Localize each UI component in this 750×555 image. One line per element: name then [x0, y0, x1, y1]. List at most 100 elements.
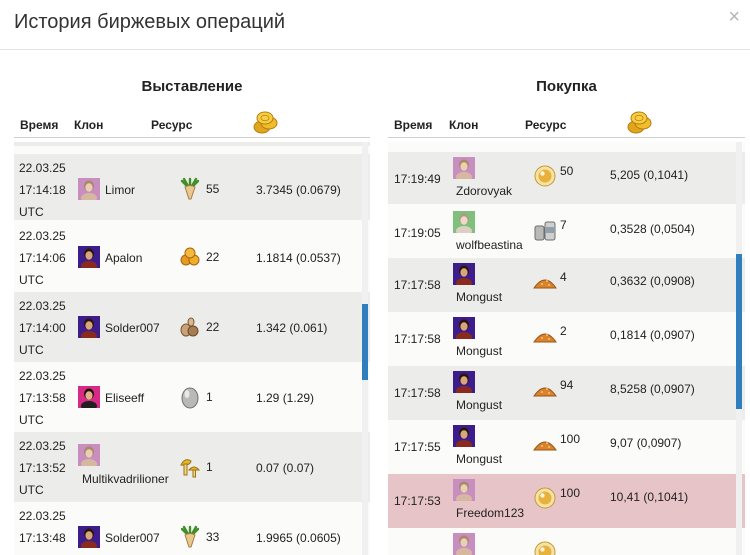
- purchase-rows[interactable]: 17:19:49 Zdorovyak 50 5,205 (0,1041) 17:19:0…: [388, 142, 745, 555]
- avatar-female: [453, 157, 475, 182]
- table-row[interactable]: 17:17:58 Mongust 4 0,3632 (0,0908): [388, 258, 745, 312]
- seeds-icon: [178, 315, 202, 339]
- pearl-icon: [533, 540, 557, 555]
- row-time: 17:13:48: [19, 531, 66, 545]
- row-time: 17:14:06: [19, 251, 66, 265]
- resource-count: 4: [560, 270, 567, 284]
- clone-link[interactable]: Multikvadrilioner: [82, 472, 169, 486]
- clone-link[interactable]: Limor: [105, 183, 135, 197]
- row-time: 17:17:58: [394, 386, 441, 400]
- resource-count: 7: [560, 218, 567, 232]
- clone-link[interactable]: Zdorovyak: [456, 184, 512, 198]
- coins-icon: [253, 111, 278, 134]
- row-time: 17:14:00: [19, 321, 66, 335]
- row-date: 22.03.25: [19, 161, 66, 175]
- row-date: 22.03.25: [19, 369, 66, 383]
- listing-scrollbar[interactable]: [362, 142, 368, 555]
- root-icon: [178, 525, 202, 549]
- avatar-female: [453, 479, 475, 504]
- table-row[interactable]: 17:17:53 Freedom123 100 10,41 (0,1041): [388, 474, 745, 528]
- clone-link[interactable]: Apalon: [105, 251, 142, 265]
- purchase-scrollbar[interactable]: [736, 142, 742, 555]
- clone-link[interactable]: Mongust: [456, 344, 502, 358]
- clone-link[interactable]: Freedom123: [456, 506, 524, 520]
- avatar-male: [78, 246, 100, 271]
- resource-count: 55: [206, 182, 220, 196]
- row-date: 22.03.25: [19, 299, 66, 313]
- table-row[interactable]: [388, 528, 745, 555]
- table-row[interactable]: 22.03.25 17:13:48 Solder007 33 1.9965 (0.060…: [14, 502, 370, 555]
- resource-count: 94: [560, 378, 574, 392]
- row-tz: UTC: [19, 343, 44, 357]
- price-cell: 0.07 (0.07): [256, 461, 315, 475]
- table-row[interactable]: 17:17:58 Mongust 94 8,5258 (0,0907): [388, 366, 745, 420]
- row-time: 17:19:49: [394, 172, 441, 186]
- pearl-icon: [533, 486, 557, 510]
- clone-link[interactable]: Mongust: [456, 398, 502, 412]
- nuts-icon: [178, 245, 202, 269]
- clone-link[interactable]: Mongust: [456, 452, 502, 466]
- row-time: 17:13:58: [19, 391, 66, 405]
- purchase-table-header: Время Клон Ресурс: [388, 110, 745, 138]
- header-resource: Ресурс: [525, 118, 567, 132]
- avatar-male: [78, 316, 100, 341]
- row-time: 17:17:58: [394, 332, 441, 346]
- clone-link[interactable]: Solder007: [105, 321, 160, 335]
- pearl-icon: [533, 164, 557, 188]
- avatar-male: [453, 263, 475, 288]
- listing-rows[interactable]: UTC 22.03.25 17:14:18 UTC Limor 55 3.7345 (0.0…: [14, 142, 370, 555]
- header-time: Время: [20, 118, 59, 132]
- purchase-scroll-thumb[interactable]: [736, 254, 742, 409]
- purchase-panel: Покупка Время Клон Ресурс 17:19:49 Zdorov…: [388, 50, 745, 555]
- clone-link[interactable]: wolfbeastina: [456, 238, 523, 252]
- resource-count: 2: [560, 324, 567, 338]
- resource-count: 1: [206, 390, 213, 404]
- resource-count: 33: [206, 530, 220, 544]
- price-cell: 1.342 (0.061): [256, 321, 328, 335]
- price-cell: 10,41 (0,1041): [610, 490, 689, 504]
- clone-link[interactable]: Solder007: [105, 531, 160, 545]
- egg-icon: [178, 385, 202, 409]
- price-cell: 1.1814 (0.0537): [256, 251, 341, 265]
- header-clone: Клон: [74, 118, 104, 132]
- row-tz: UTC: [19, 413, 44, 427]
- listing-scroll-thumb[interactable]: [362, 304, 368, 380]
- avatar-male: [453, 371, 475, 396]
- table-row[interactable]: 22.03.25 17:13:58 UTC Eliseeff 1 1.29 (1.29): [14, 362, 370, 432]
- row-date: 22.03.25: [19, 509, 66, 523]
- header-clone: Клон: [449, 118, 479, 132]
- close-icon[interactable]: ×: [728, 6, 740, 29]
- dialog-title: История биржевых операций: [14, 11, 286, 33]
- row-date: 22.03.25: [19, 439, 66, 453]
- table-row[interactable]: 22.03.25 17:13:52 UTC Multikvadrilioner 1 0.0…: [14, 432, 370, 502]
- avatar-male: [453, 317, 475, 342]
- price-cell: 0,1814 (0,0907): [610, 328, 695, 342]
- table-row[interactable]: 17:19:49 Zdorovyak 50 5,205 (0,1041): [388, 152, 745, 204]
- row-time: 17:19:05: [394, 226, 441, 240]
- price-cell: 9,07 (0,0907): [610, 436, 682, 450]
- table-row[interactable]: 22.03.25 17:14:06 UTC Apalon 22 1.1814 (0.053…: [14, 222, 370, 292]
- clone-link[interactable]: Eliseeff: [105, 391, 144, 405]
- resource-count: 100: [560, 432, 581, 446]
- avatar-female: [78, 178, 100, 203]
- table-row[interactable]: UTC: [14, 142, 370, 146]
- dialog-titlebar: История биржевых операций ×: [0, 0, 750, 50]
- coins-icon: [627, 111, 652, 134]
- avatar-pink: [78, 386, 100, 411]
- table-row[interactable]: 17:19:05 wolfbeastina 7 0,3528 (0,0504): [388, 206, 745, 258]
- avatar-male: [453, 425, 475, 450]
- table-row[interactable]: 17:17:55 Mongust 100 9,07 (0,0907): [388, 420, 745, 474]
- resource-count: 22: [206, 250, 220, 264]
- row-date: 22.03.25: [19, 229, 66, 243]
- row-datetime: 22.03.25 17:13:48: [19, 505, 66, 549]
- clone-link[interactable]: Mongust: [456, 290, 502, 304]
- row-time: 17:13:52: [19, 461, 66, 475]
- price-cell: 5,205 (0,1041): [610, 168, 689, 182]
- table-row[interactable]: 22.03.25 17:14:00 UTC Solder007 22 1.342 (0.0…: [14, 292, 370, 362]
- table-row[interactable]: 22.03.25 17:14:18 UTC Limor 55 3.7345 (0.0679…: [14, 154, 370, 220]
- table-row[interactable]: 17:17:58 Mongust 2 0,1814 (0,0907): [388, 312, 745, 366]
- row-time: 17:17:53: [394, 494, 441, 508]
- row-timezone: UTC: [18, 142, 43, 148]
- price-cell: 1.9965 (0.0605): [256, 531, 341, 545]
- row-datetime: 22.03.25 17:13:58 UTC: [19, 365, 66, 431]
